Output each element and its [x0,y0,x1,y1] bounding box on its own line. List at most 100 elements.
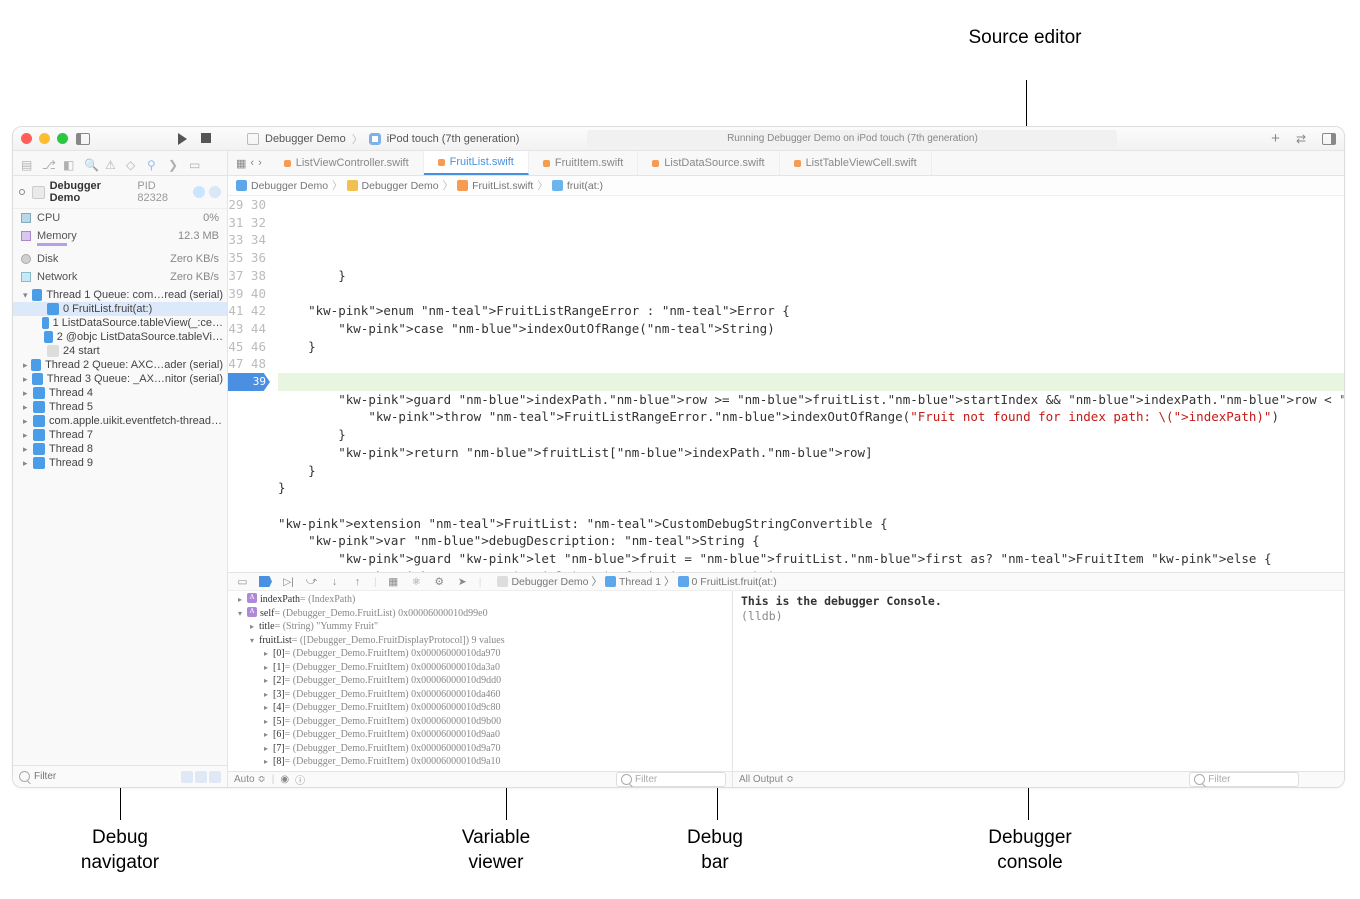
variable-row[interactable]: ▸AindexPath = (IndexPath) [228,593,732,607]
variable-row[interactable]: ▸title = (String) "Yummy Fruit" [228,620,732,634]
variable-row[interactable]: ▸[2] = (Debugger_Demo.FruitItem) 0x00006… [228,674,732,688]
related-items-icon[interactable]: ▦ [236,157,246,170]
print-icon[interactable]: ⓘ [295,772,305,787]
stop-button[interactable] [201,133,211,143]
filter-button[interactable] [209,771,221,783]
thread-row[interactable]: 1 ListDataSource.tableView(_:ce… [13,316,227,330]
toggle-navigator-icon[interactable] [76,133,90,145]
method-icon [552,180,563,191]
variable-row[interactable]: ▾Aself = (Debugger_Demo.FruitList) 0x000… [228,607,732,621]
code-review-button[interactable]: ⇄ [1296,132,1306,146]
project-nav-icon[interactable]: ▤ [21,158,34,169]
hide-debug-icon[interactable]: ▭ [236,575,249,588]
variable-row[interactable]: ▸[4] = (Debugger_Demo.FruitItem) 0x00006… [228,701,732,715]
environment-icon[interactable]: ⚙ [433,575,446,588]
variable-row[interactable]: ▸[0] = (Debugger_Demo.FruitItem) 0x00006… [228,647,732,661]
filter-button[interactable] [195,771,207,783]
navigator-tabs[interactable]: ▤ ⎇ ◧ 🔍 ⚠ ◇ ⚲ ❯ ▭ [13,151,227,176]
thread-row[interactable]: ▸com.apple.uikit.eventfetch-thread… [13,414,227,428]
variable-row[interactable]: ▸[7] = (Debugger_Demo.FruitItem) 0x00006… [228,742,732,756]
issue-nav-icon[interactable]: ⚠ [105,158,118,169]
variable-row[interactable]: ▾fruitList = ([Debugger_Demo.FruitDispla… [228,634,732,648]
editor-tab[interactable]: ListViewController.swift [270,151,424,175]
continue-button[interactable]: ▷| [282,575,295,588]
symbol-nav-icon[interactable]: ◧ [63,158,76,169]
zoom-icon[interactable] [57,133,68,144]
navigator-panel: ▤ ⎇ ◧ 🔍 ⚠ ◇ ⚲ ❯ ▭ Debugger Demo PID 8232… [13,151,228,787]
filter-button[interactable] [181,771,193,783]
back-button[interactable]: ‹ [250,157,254,170]
toggle-inspector-icon[interactable] [1322,133,1336,145]
debug-bar: ▭ ▷| ⤻ ↓ ↑ | ▦ ⚛ ⚙ ➤ | Debugger Demo〉 [228,573,1345,591]
debug-jump-bar[interactable]: Debugger Demo〉 Thread 1〉 0 FruitList.fru… [497,574,776,589]
filter-input[interactable] [34,771,179,782]
forward-button[interactable]: › [258,157,262,170]
thread-row[interactable]: ▸Thread 4 [13,386,227,400]
source-control-nav-icon[interactable]: ⎇ [42,158,55,169]
minimize-icon[interactable] [39,133,50,144]
thread-row[interactable]: ▸Thread 3 Queue: _AX…nitor (serial) [13,372,227,386]
process-row[interactable]: Debugger Demo PID 82328 [13,176,227,209]
thread-row[interactable]: ▸Thread 8 [13,442,227,456]
app-icon [247,133,259,145]
thread-row[interactable]: 2 @objc ListDataSource.tableVi… [13,330,227,344]
gauge-row[interactable]: DiskZero KB/s [13,250,227,268]
thread-row[interactable]: ▸Thread 5 [13,400,227,414]
close-icon[interactable] [21,133,32,144]
breakpoint-marker[interactable]: 39 [228,373,270,391]
variables-mode[interactable]: Auto ≎ [234,774,266,785]
swift-file-icon [284,160,291,167]
breakpoint-nav-icon[interactable]: ❯ [168,158,181,169]
badge-icon [209,186,221,198]
thread-row[interactable]: 24 start [13,344,227,358]
variable-viewer[interactable]: ▸AindexPath = (IndexPath) ▾Aself = (Debu… [228,591,733,771]
debugger-console[interactable]: This is the debugger Console. (lldb) [733,591,1345,771]
variable-row[interactable]: ▸[8] = (Debugger_Demo.FruitItem) 0x00006… [228,755,732,769]
disclosure-icon[interactable] [19,189,25,195]
gauge-row[interactable]: CPU0% [13,209,227,227]
run-button[interactable] [178,133,187,145]
console-filter[interactable]: Filter [1189,772,1299,787]
step-into-button[interactable]: ↓ [328,575,341,588]
location-icon[interactable]: ➤ [456,575,469,588]
editor-tab[interactable]: ListTableViewCell.swift [780,151,932,175]
scheme-selector[interactable]: Debugger Demo 〉 iPod touch (7th generati… [247,131,519,147]
folder-icon [347,180,358,191]
editor-tab[interactable]: FruitItem.swift [529,151,638,175]
step-over-button[interactable]: ⤻ [305,575,318,588]
source-editor[interactable]: 29 30 31 32 33 34 35 36 37 38 39 40 41 4… [228,196,1345,572]
memory-graph-icon[interactable]: ⚛ [410,575,423,588]
thread-row[interactable]: ▸Thread 2 Queue: AXC…ader (serial) [13,358,227,372]
console-output-mode[interactable]: All Output ≎ [739,774,794,785]
debug-nav-icon[interactable]: ⚲ [147,158,160,169]
quicklook-icon[interactable]: ◉ [280,774,289,785]
app-icon [32,186,45,199]
badge-icon [193,186,205,198]
thread-row[interactable]: ▾Thread 1 Queue: com…read (serial) [13,288,227,302]
callout-debug-navigator: Debug navigator [60,826,180,875]
variables-filter[interactable]: Filter [616,772,726,787]
variable-row[interactable]: ▸[1] = (Debugger_Demo.FruitItem) 0x00006… [228,661,732,675]
find-nav-icon[interactable]: 🔍 [84,158,97,169]
variable-row[interactable]: ▸[5] = (Debugger_Demo.FruitItem) 0x00006… [228,715,732,729]
breakpoints-toggle[interactable] [259,576,272,587]
editor-tab[interactable]: ListDataSource.swift [638,151,779,175]
library-button[interactable]: + [1271,130,1280,147]
step-out-button[interactable]: ↑ [351,575,364,588]
scheme-name: Debugger Demo [265,133,346,145]
filter-icon [19,771,30,782]
gauge-row[interactable]: NetworkZero KB/s [13,268,227,286]
test-nav-icon[interactable]: ◇ [126,158,139,169]
thread-row[interactable]: ▸Thread 9 [13,456,227,470]
device-icon [369,133,381,145]
report-nav-icon[interactable]: ▭ [189,158,202,169]
jump-bar[interactable]: Debugger Demo〉 Debugger Demo〉 FruitList.… [228,176,1345,196]
view-debug-icon[interactable]: ▦ [387,575,400,588]
xcode-window: Debugger Demo 〉 iPod touch (7th generati… [12,126,1345,788]
thread-row[interactable]: ▸Thread 7 [13,428,227,442]
thread-row[interactable]: 0 FruitList.fruit(at:) [13,302,227,316]
editor-tab[interactable]: FruitList.swift [424,151,529,175]
variable-row[interactable]: ▸[6] = (Debugger_Demo.FruitItem) 0x00006… [228,728,732,742]
gauge-icon [21,254,31,264]
variable-row[interactable]: ▸[3] = (Debugger_Demo.FruitItem) 0x00006… [228,688,732,702]
